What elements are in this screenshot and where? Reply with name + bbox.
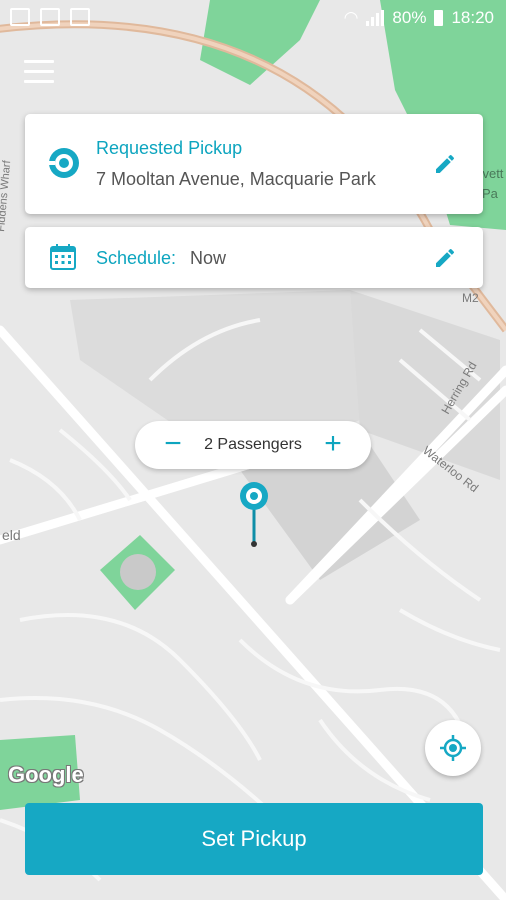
crosshair-icon: [440, 735, 466, 761]
flipboard-notification-icon: [40, 8, 60, 26]
status-bar: ◠ 80% 18:20: [0, 0, 506, 36]
schedule-card[interactable]: Schedule: Now: [25, 227, 483, 288]
map-label-place: eld: [2, 527, 21, 543]
calendar-icon: [50, 244, 76, 270]
schedule-label: Schedule:: [96, 248, 177, 268]
wifi-icon: ◠: [343, 8, 359, 27]
clock: 18:20: [451, 8, 494, 27]
pickup-title: Requested Pickup: [96, 138, 243, 158]
battery-icon: [434, 10, 444, 26]
mail-notification-icon: [70, 8, 90, 26]
passenger-selector: − 2 Passengers +: [135, 421, 371, 469]
increase-passengers-button[interactable]: +: [317, 429, 349, 461]
schedule-value: Now: [190, 248, 227, 268]
gallery-notification-icon: [10, 8, 30, 26]
signal-icon: [366, 10, 385, 26]
pickup-location-icon: [47, 148, 79, 178]
map-label-park-2: Pa: [482, 186, 499, 201]
map-label-m2: M2: [462, 291, 479, 305]
menu-icon[interactable]: [24, 60, 54, 86]
set-pickup-button[interactable]: Set Pickup: [25, 803, 483, 875]
edit-pickup-icon[interactable]: [433, 152, 457, 176]
pickup-card[interactable]: Requested Pickup 7 Mooltan Avenue, Macqu…: [25, 114, 483, 214]
battery-percent: 80%: [392, 8, 427, 27]
my-location-button[interactable]: [425, 720, 481, 776]
google-logo: Google: [8, 762, 84, 787]
edit-schedule-icon[interactable]: [433, 246, 457, 270]
pickup-address: 7 Mooltan Avenue, Macquarie Park: [96, 169, 376, 189]
